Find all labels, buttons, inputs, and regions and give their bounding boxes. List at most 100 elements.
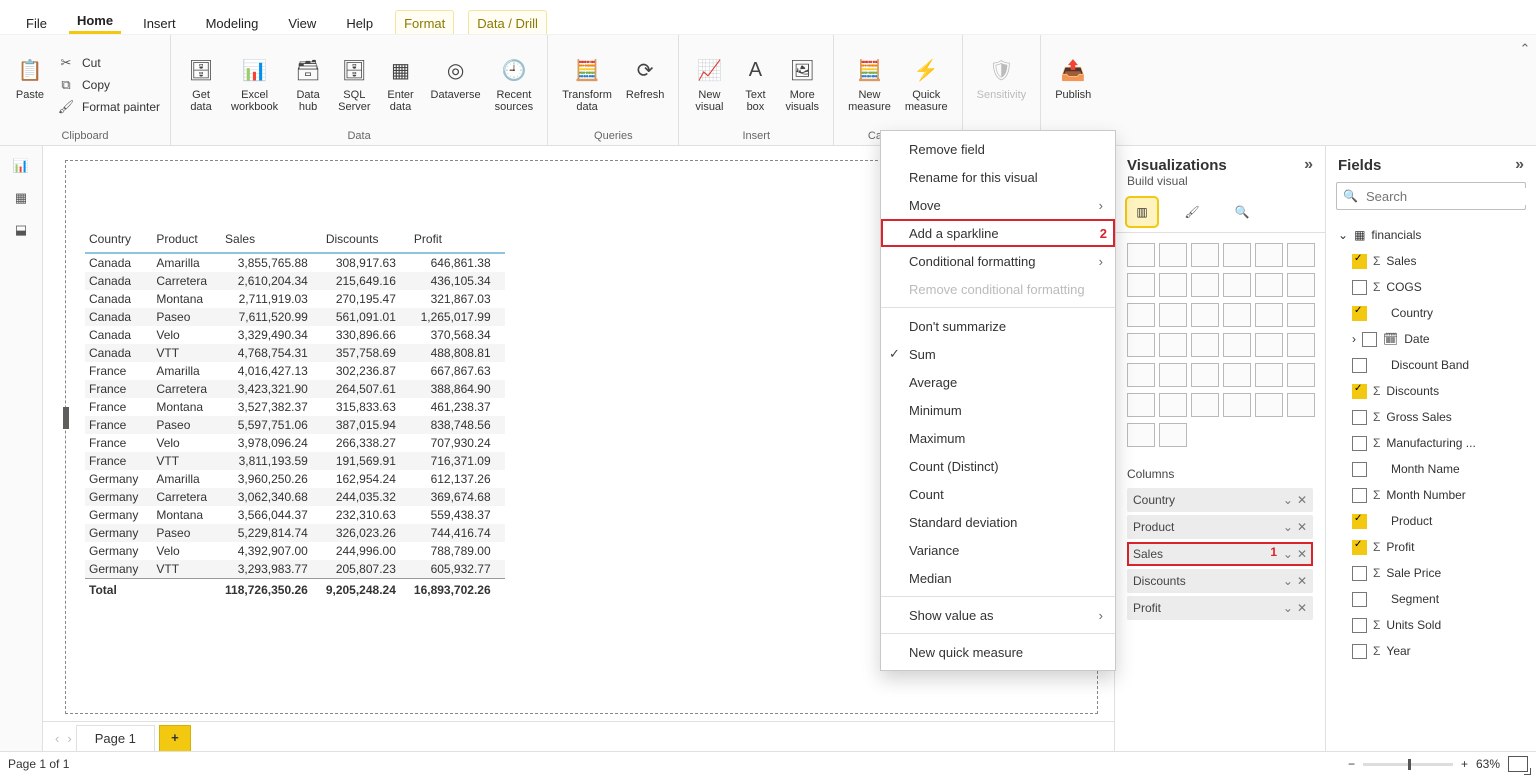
field-gross-sales[interactable]: Gross Sales xyxy=(1334,404,1528,430)
chevron-down-icon[interactable]: ⌄ xyxy=(1283,493,1293,507)
viz-type-3[interactable] xyxy=(1223,243,1251,267)
remove-field-icon[interactable]: ✕ xyxy=(1297,601,1307,615)
viz-type-36[interactable] xyxy=(1127,423,1155,447)
add-page-button[interactable]: + xyxy=(159,725,191,752)
checkbox[interactable] xyxy=(1352,436,1367,451)
field-product[interactable]: Product xyxy=(1334,508,1528,534)
page-tab-1[interactable]: Page 1 xyxy=(76,725,155,752)
viz-type-21[interactable] xyxy=(1223,333,1251,357)
table-node-financials[interactable]: ⌄ ▦ financials xyxy=(1334,222,1528,248)
zoom-slider[interactable] xyxy=(1363,763,1453,766)
column-chip-product[interactable]: Product ⌄ ✕ xyxy=(1127,515,1313,539)
viz-type-13[interactable] xyxy=(1159,303,1187,327)
checkbox[interactable] xyxy=(1352,540,1367,555)
chevron-down-icon[interactable]: ⌄ xyxy=(1283,601,1293,615)
viz-type-24[interactable] xyxy=(1127,363,1155,387)
field-discounts[interactable]: Discounts xyxy=(1334,378,1528,404)
viz-type-28[interactable] xyxy=(1255,363,1283,387)
cut-button[interactable]: ✂ Cut xyxy=(56,53,160,73)
viz-type-12[interactable] xyxy=(1127,303,1155,327)
data-view-icon[interactable]: ▦ xyxy=(15,190,27,206)
page-next[interactable]: › xyxy=(63,731,75,746)
menu-show-value-as[interactable]: Show value as› xyxy=(881,601,1115,629)
menu-remove-field[interactable]: Remove field xyxy=(881,135,1115,163)
get-data-button[interactable]: 🗄 Get data xyxy=(181,55,221,115)
viz-type-34[interactable] xyxy=(1255,393,1283,417)
search-input[interactable] xyxy=(1364,188,1536,205)
tab-view[interactable]: View xyxy=(280,11,324,34)
chevron-right-icon[interactable]: › xyxy=(1352,332,1356,346)
field-cogs[interactable]: COGS xyxy=(1334,274,1528,300)
zoom-in[interactable]: + xyxy=(1461,757,1468,771)
chevron-down-icon[interactable]: ⌄ xyxy=(1283,520,1293,534)
paste-button[interactable]: 📋 Paste xyxy=(10,55,50,115)
checkbox[interactable] xyxy=(1352,306,1367,321)
viz-type-7[interactable] xyxy=(1159,273,1187,297)
field-sale-price[interactable]: Sale Price xyxy=(1334,560,1528,586)
field-year[interactable]: Year xyxy=(1334,638,1528,664)
menu-new-quick-measure[interactable]: New quick measure xyxy=(881,638,1115,666)
viz-type-27[interactable] xyxy=(1223,363,1251,387)
field-manufacturing-[interactable]: Manufacturing ... xyxy=(1334,430,1528,456)
more-visuals-button[interactable]: 🖼 More visuals xyxy=(781,55,823,115)
text-box-button[interactable]: A Text box xyxy=(735,55,775,115)
viz-type-32[interactable] xyxy=(1191,393,1219,417)
checkbox[interactable] xyxy=(1352,514,1367,529)
checkbox[interactable] xyxy=(1352,566,1367,581)
menu-maximum[interactable]: Maximum xyxy=(881,424,1115,452)
checkbox[interactable] xyxy=(1352,618,1367,633)
checkbox[interactable] xyxy=(1352,358,1367,373)
field-discount-band[interactable]: Discount Band xyxy=(1334,352,1528,378)
tab-data-drill[interactable]: Data / Drill xyxy=(468,10,547,34)
field-segment[interactable]: Segment xyxy=(1334,586,1528,612)
viz-type-1[interactable] xyxy=(1159,243,1187,267)
checkbox[interactable] xyxy=(1352,488,1367,503)
dataverse-button[interactable]: ◎ Dataverse xyxy=(427,55,485,115)
viz-type-2[interactable] xyxy=(1191,243,1219,267)
menu-sum[interactable]: Sum xyxy=(881,340,1115,368)
remove-field-icon[interactable]: ✕ xyxy=(1297,493,1307,507)
menu-conditional-formatting[interactable]: Conditional formatting› xyxy=(881,247,1115,275)
viz-type-22[interactable] xyxy=(1255,333,1283,357)
viz-type-30[interactable] xyxy=(1127,393,1155,417)
menu-dont-summarize[interactable]: Don't summarize xyxy=(881,312,1115,340)
refresh-button[interactable]: ⟳ Refresh xyxy=(622,55,669,115)
checkbox[interactable] xyxy=(1352,462,1367,477)
tab-modeling[interactable]: Modeling xyxy=(198,11,267,34)
zoom-level[interactable]: 63% xyxy=(1476,757,1500,771)
quick-measure-button[interactable]: ⚡ Quick measure xyxy=(901,55,952,115)
new-measure-button[interactable]: 🧮 New measure xyxy=(844,55,895,115)
checkbox[interactable] xyxy=(1352,592,1367,607)
viz-type-16[interactable] xyxy=(1255,303,1283,327)
column-chip-sales[interactable]: Sales ⌄ ✕1 xyxy=(1127,542,1313,566)
field-country[interactable]: Country xyxy=(1334,300,1528,326)
viz-type-18[interactable] xyxy=(1127,333,1155,357)
checkbox[interactable] xyxy=(1362,332,1377,347)
transform-data-button[interactable]: 🧮 Transform data xyxy=(558,55,616,115)
fit-to-page-icon[interactable] xyxy=(1508,756,1528,772)
excel-workbook-button[interactable]: 📊 Excel workbook xyxy=(227,55,282,115)
model-view-icon[interactable]: ⬓ xyxy=(15,222,27,238)
fields-search[interactable]: 🔍 xyxy=(1336,182,1526,210)
field-month-name[interactable]: Month Name xyxy=(1334,456,1528,482)
collapse-fields-pane[interactable]: » xyxy=(1515,156,1524,174)
menu-average[interactable]: Average xyxy=(881,368,1115,396)
menu-stddev[interactable]: Standard deviation xyxy=(881,508,1115,536)
viz-type-8[interactable] xyxy=(1191,273,1219,297)
viz-type-23[interactable] xyxy=(1287,333,1315,357)
viz-tab-analytics[interactable]: 🔍 xyxy=(1227,198,1257,226)
menu-move[interactable]: Move› xyxy=(881,191,1115,219)
viz-type-35[interactable] xyxy=(1287,393,1315,417)
format-painter-button[interactable]: 🖌 Format painter xyxy=(56,97,160,117)
viz-type-5[interactable] xyxy=(1287,243,1315,267)
viz-type-37[interactable] xyxy=(1159,423,1187,447)
viz-type-26[interactable] xyxy=(1191,363,1219,387)
viz-type-29[interactable] xyxy=(1287,363,1315,387)
viz-type-15[interactable] xyxy=(1223,303,1251,327)
viz-type-0[interactable] xyxy=(1127,243,1155,267)
checkbox[interactable] xyxy=(1352,280,1367,295)
menu-median[interactable]: Median xyxy=(881,564,1115,592)
viz-tab-fields[interactable]: ▥ xyxy=(1127,198,1157,226)
new-visual-button[interactable]: 📈 New visual xyxy=(689,55,729,115)
data-hub-button[interactable]: 🗃 Data hub xyxy=(288,55,328,115)
